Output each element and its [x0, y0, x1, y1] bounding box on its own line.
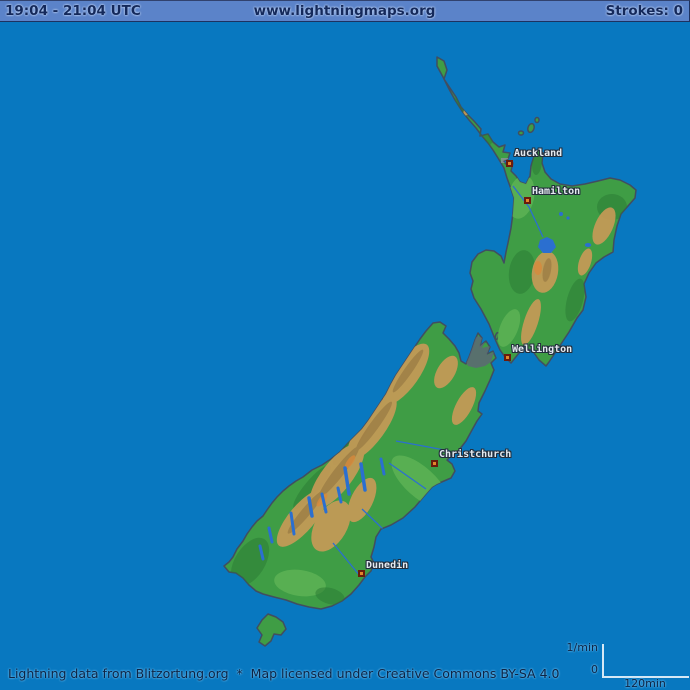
city-marker-icon: [358, 570, 365, 577]
city-label: Hamilton: [532, 186, 580, 197]
rate-x-axis-label: 120min: [604, 677, 686, 690]
city-marker-icon: [524, 197, 531, 204]
city-marker-icon: [504, 354, 511, 361]
island-small: [535, 118, 539, 123]
city-label: Christchurch: [439, 449, 511, 460]
attribution-text: Lightning data from Blitzortung.org * Ma…: [8, 666, 559, 681]
city-label: Wellington: [512, 344, 572, 355]
rate-y-min-label: 0: [556, 663, 598, 676]
strokes-counter: Strokes: 0: [606, 3, 683, 19]
lightningmaps-page: Auckland Hamilton Wellington Christchurc…: [0, 0, 690, 690]
rate-chart-axes: [602, 644, 689, 678]
city-marker-icon: [431, 460, 438, 467]
new-zealand-map[interactable]: [0, 0, 690, 690]
city-label: Dunedin: [366, 560, 408, 571]
city-label: Auckland: [514, 148, 562, 159]
site-title[interactable]: www.lightningmaps.org: [0, 3, 689, 19]
city-marker-icon: [506, 160, 513, 167]
island-waiheke: [519, 131, 524, 135]
rate-y-max-label: 1/min: [556, 641, 598, 654]
header-bar: 19:04 - 21:04 UTC www.lightningmaps.org …: [0, 0, 690, 22]
